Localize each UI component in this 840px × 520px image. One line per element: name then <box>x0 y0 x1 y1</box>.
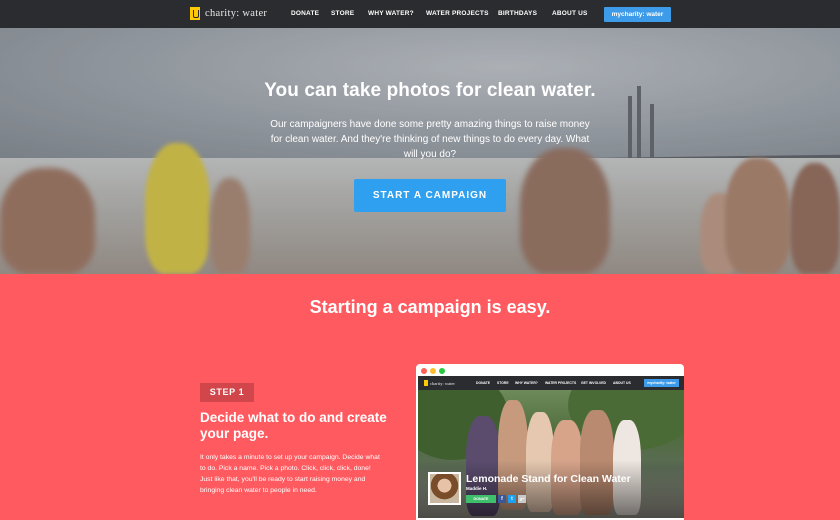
step-title: Decide what to do and create your page. <box>200 410 387 441</box>
hero-title: You can take photos for clean water. <box>264 80 596 101</box>
step-description: It only takes a minute to set up your ca… <box>200 454 380 494</box>
mycharity-water-button[interactable]: mycharity: water <box>604 7 671 22</box>
mockup-nav-item: GET INVOLVED <box>581 381 606 385</box>
step-badge: STEP 1 <box>200 383 254 402</box>
google-plus-icon: g+ <box>518 495 526 503</box>
mockup-nav-item: WATER PROJECTS <box>545 381 577 385</box>
hero-banner: You can take photos for clean water. Our… <box>0 28 840 274</box>
mockup-donate-button: DONATE <box>466 495 496 503</box>
nav-item-store[interactable]: STORE <box>331 10 354 17</box>
mockup-nav-item: STORE <box>497 381 509 385</box>
mockup-logo-text: charity: water <box>430 380 455 386</box>
mockup-logo: charity: water <box>424 380 455 386</box>
mockup-nav-item: WHY WATER? <box>515 381 538 385</box>
nav-item-about-us[interactable]: ABOUT US <box>552 10 588 17</box>
top-navigation: charity: water DONATE STORE WHY WATER? W… <box>0 0 840 28</box>
mockup-nav-item: ABOUT US <box>613 381 631 385</box>
mockup-navigation: charity: water DONATE STORE WHY WATER? W… <box>418 376 684 390</box>
window-minimize-dot <box>430 368 436 374</box>
campaigner-avatar <box>428 472 461 505</box>
jerry-can-icon <box>424 380 428 386</box>
campaign-title: Lemonade Stand for Clean Water <box>466 473 631 485</box>
start-campaign-button[interactable]: START A CAMPAIGN <box>354 179 506 212</box>
twitter-icon: t <box>508 495 516 503</box>
hero-description: Our campaigners have done some pretty am… <box>270 119 590 160</box>
facebook-icon: f <box>498 495 506 503</box>
mockup-cta: mycharity: water <box>644 379 679 387</box>
window-maximize-dot <box>439 368 445 374</box>
window-close-dot <box>421 368 427 374</box>
nav-item-donate[interactable]: DONATE <box>291 10 319 17</box>
nav-item-birthdays[interactable]: BIRTHDAYS <box>498 10 537 17</box>
campaign-page-mockup: charity: water DONATE STORE WHY WATER? W… <box>416 364 684 520</box>
logo-text: charity: water <box>205 8 268 19</box>
nav-item-why-water[interactable]: WHY WATER? <box>368 10 414 17</box>
campaign-photo: Lemonade Stand for Clean Water Maddie H.… <box>418 390 684 518</box>
nav-item-water-projects[interactable]: WATER PROJECTS <box>426 10 489 17</box>
charity-water-logo[interactable]: charity: water <box>190 7 267 20</box>
campaign-author: Maddie H. <box>466 486 488 491</box>
section-title: Starting a campaign is easy. <box>309 297 551 317</box>
jerry-can-icon <box>190 7 200 20</box>
mockup-nav-item: DONATE <box>476 381 491 385</box>
